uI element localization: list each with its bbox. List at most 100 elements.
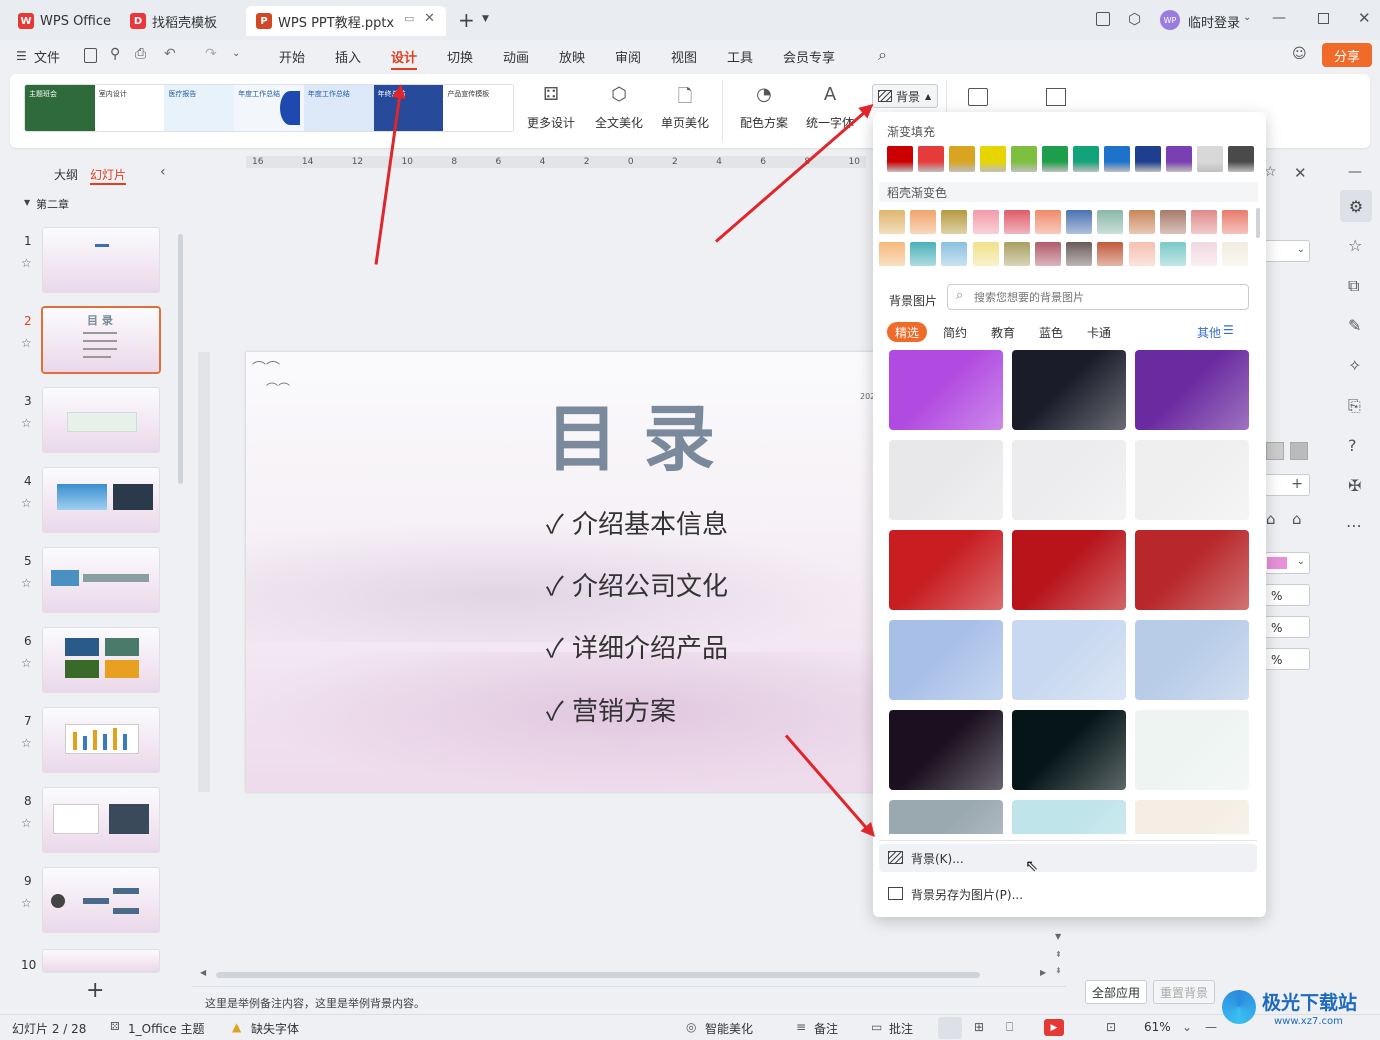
texture-swatch[interactable] [1266,442,1284,460]
percent-input[interactable]: % [1264,648,1310,670]
texture-swatch[interactable] [1290,442,1308,460]
next-page-icon[interactable]: ⇟ [1055,966,1062,975]
gradient-swatch[interactable] [1035,242,1061,266]
background-image-thumb[interactable] [889,800,1003,834]
copy-icon[interactable]: ⧉ [1348,276,1359,296]
gradient-swatch[interactable] [1197,146,1223,172]
slide-thumb-7[interactable] [43,708,159,772]
slide-thumb-6[interactable] [43,628,159,692]
background-image-thumb[interactable] [1012,800,1126,834]
gradient-swatch[interactable] [1035,210,1061,234]
category-selected[interactable]: 精选 [887,322,927,342]
gradient-swatch[interactable] [879,210,905,234]
background-image-thumb[interactable] [1135,710,1249,790]
gradient-swatch[interactable] [1003,242,1030,266]
background-image-thumb[interactable] [889,710,1003,790]
gradient-swatch[interactable] [1097,210,1124,234]
share-link-icon[interactable]: ⚲ [110,46,120,62]
notes-area[interactable]: 这里是举例备注内容，这里是举例背景内容。 [192,986,1066,1014]
gradient-swatch[interactable] [1042,146,1068,172]
background-image-thumb[interactable] [889,530,1003,610]
gradient-swatch[interactable] [1128,242,1155,266]
template-thumb[interactable]: 主题班会 [25,85,95,131]
percent-input[interactable]: % [1264,584,1310,606]
scroll-right-icon[interactable]: ▶ [1040,968,1046,977]
help-icon[interactable]: ? [1348,436,1357,455]
menu-file[interactable]: 文件 [34,47,60,66]
gradient-swatch[interactable] [879,242,905,266]
more-icon[interactable]: ⌄ [232,48,240,59]
menu-animation[interactable]: 动画 [503,47,529,66]
gradient-swatch[interactable] [1159,210,1186,234]
gradient-swatch[interactable] [1159,242,1186,266]
notes-toggle[interactable]: 备注 [814,1020,838,1037]
gradient-swatch[interactable] [1011,146,1037,172]
menu-transition[interactable]: 切换 [447,47,473,66]
slide-item[interactable]: ✓ 介绍公司文化 [546,566,728,603]
star-icon[interactable]: ☆ [21,416,32,430]
gradient-swatch[interactable] [1191,242,1217,266]
chat-icon[interactable]: ☺ [1292,46,1307,62]
hamburger-icon[interactable]: ☰ [16,49,27,63]
fill-color-select[interactable]: ⌄ [1264,240,1310,262]
gradient-swatch[interactable] [1104,146,1130,172]
collapse-icon[interactable]: — [1348,164,1362,180]
gradient-swatch[interactable] [1073,146,1099,172]
layout-icon[interactable] [968,88,988,106]
search-icon[interactable]: ⌕ [878,45,887,65]
menu-tools[interactable]: 工具 [727,47,753,66]
template-thumb[interactable]: 室内设计 [94,85,165,131]
settings-sliders-icon[interactable]: ⚙ [1340,190,1372,222]
gradient-swatch[interactable] [887,146,913,172]
template-thumb[interactable]: 年度工作总结 [234,85,304,131]
gradient-swatch[interactable] [941,210,968,234]
gradient-swatch[interactable] [1222,210,1249,234]
gradient-swatch[interactable] [1222,242,1249,266]
slide-thumb-10[interactable] [43,950,159,972]
gradient-swatch[interactable] [1066,210,1093,234]
gradient-swatch[interactable] [1135,146,1161,172]
menu-insert[interactable]: 插入 [335,47,361,66]
minimize-icon[interactable]: — [1272,10,1286,26]
template-thumb[interactable]: 医疗报告 [164,85,235,131]
missing-font-link[interactable]: 缺失字体 [251,1020,299,1037]
layout-icon[interactable] [1096,12,1110,26]
star-icon[interactable]: ☆ [21,656,32,670]
add-slide-icon[interactable]: + [86,978,104,1003]
grid-view-icon[interactable]: ⊞ [974,1020,984,1034]
chevron-down-icon[interactable]: ▼ [482,14,489,24]
gradient-swatch[interactable] [941,242,968,266]
star-icon[interactable]: ☆ [21,256,32,270]
gradient-swatch[interactable] [918,146,944,172]
fit-icon[interactable]: ⊡ [1106,1020,1116,1034]
category-tab[interactable]: 简约 [943,324,967,341]
chevron-down-icon[interactable]: ⌄ [1243,12,1251,23]
menu-slideshow[interactable]: 放映 [559,47,585,66]
slide-thumb-3[interactable] [43,388,159,452]
background-image-thumb[interactable] [889,350,1003,430]
scroll-down-icon[interactable]: ▼ [1055,932,1061,941]
gradient-swatch[interactable] [980,146,1006,172]
tab-ppt[interactable]: P WPS PPT教程.pptx ▭ ✕ [246,6,446,36]
percent-input[interactable]: % [1264,616,1310,638]
color-select[interactable]: ⌄ [1264,552,1310,574]
more-icon[interactable]: ⋯ [1346,516,1362,535]
gradient-swatch[interactable] [949,146,975,172]
tab-template[interactable]: D 找稻壳模板 [120,6,240,36]
theme-name[interactable]: 1_Office 主题 [128,1020,204,1037]
template-thumb[interactable]: 年终总结 [373,85,444,131]
background-image-thumb[interactable] [889,620,1003,700]
background-button[interactable]: 背景 ▲ [872,84,938,108]
template-thumb[interactable]: 年度工作总结 [303,85,374,131]
slide-canvas[interactable]: ⌒⌒ ⌒⌒ 202 目 录 ✓ 介绍基本信息 ✓ 介绍公司文化 ✓ 详细介绍产品… [246,352,876,792]
slide-item[interactable]: ✓ 介绍基本信息 [546,504,728,541]
background-image-thumb[interactable] [1135,620,1249,700]
spin-input[interactable]: + [1264,474,1310,496]
scrollbar[interactable] [1256,208,1260,238]
star-icon[interactable]: ☆ [21,816,32,830]
book-icon[interactable]: ⎘ [1348,396,1361,416]
gradient-swatch[interactable] [1003,210,1030,234]
prev-page-icon[interactable]: ⇞ [1055,950,1062,959]
window-icon[interactable]: ▭ [404,12,414,25]
print-preview-icon[interactable]: ⎙ [135,46,146,62]
